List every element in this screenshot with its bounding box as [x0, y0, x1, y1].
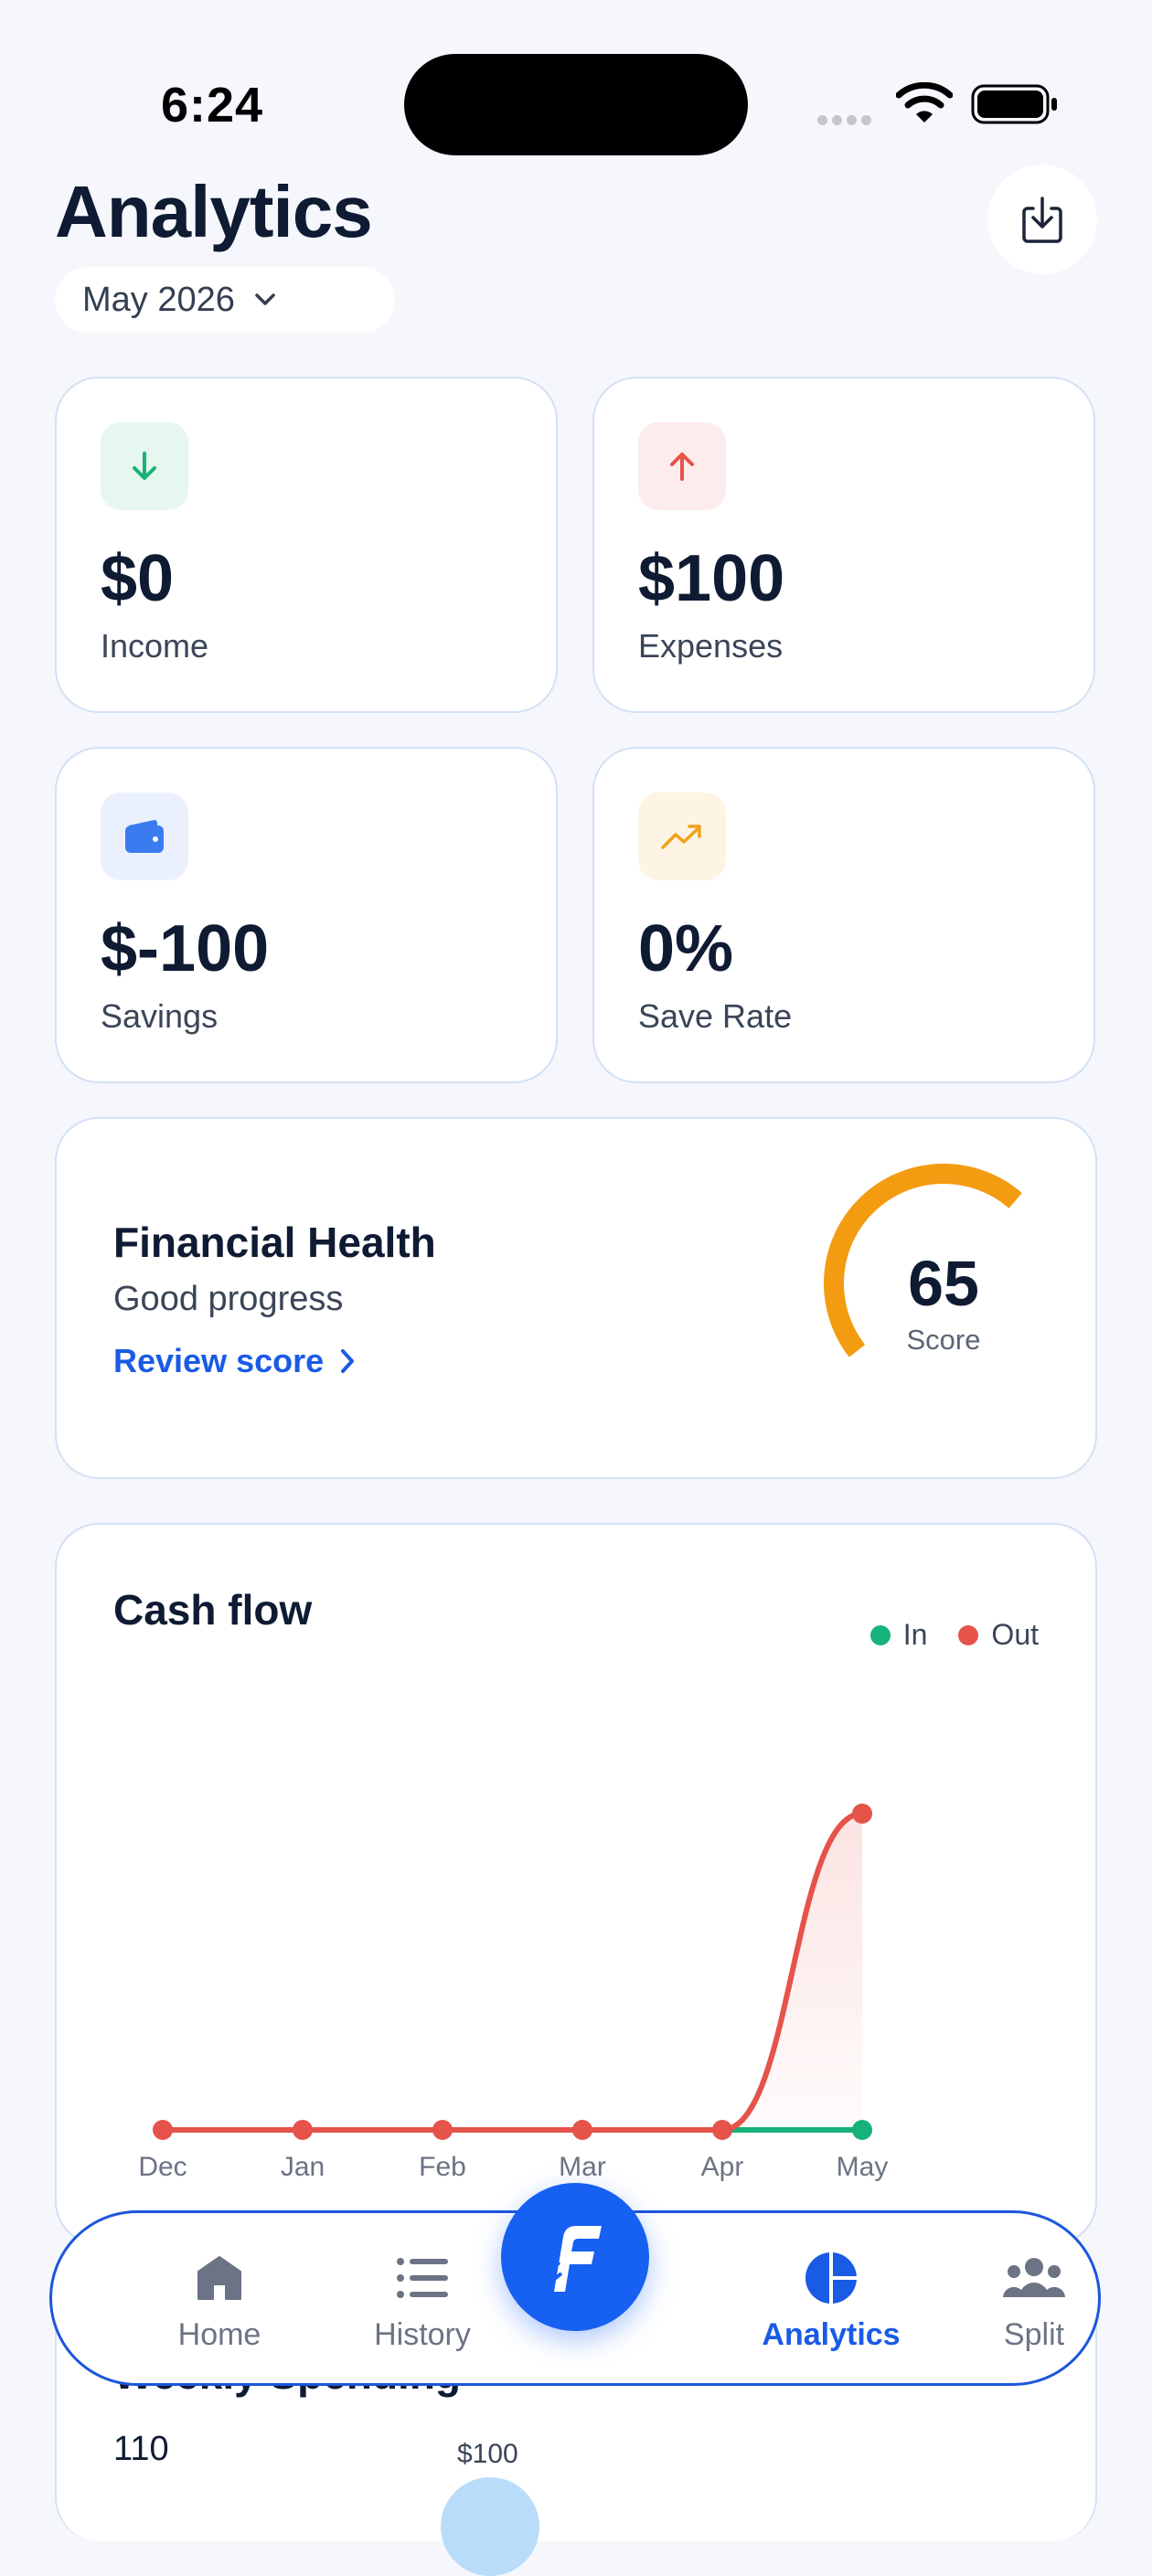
wallet-icon: [101, 793, 188, 880]
income-value: $0: [101, 542, 175, 615]
point-out-jan: [293, 2120, 313, 2140]
review-score-label: Review score: [113, 1342, 325, 1379]
point-out-apr: [712, 2120, 732, 2140]
score-value: 65: [908, 1248, 979, 1319]
tab-history[interactable]: History: [322, 2213, 523, 2383]
dynamic-island: [404, 54, 748, 155]
point-out-may: [852, 1804, 872, 1824]
x-tick-label: Jan: [281, 2152, 325, 2182]
signal-icon: [817, 113, 876, 130]
weekly-bar: [441, 2477, 539, 2576]
savings-label: Savings: [101, 997, 219, 1035]
x-tick-label: Dec: [138, 2152, 187, 2182]
save-rate-label: Save Rate: [638, 997, 793, 1035]
pie-chart-icon: [804, 2250, 859, 2306]
point-out-dec: [153, 2120, 173, 2140]
expenses-card[interactable]: $100 Expenses: [592, 377, 1095, 713]
x-tick-label: Apr: [701, 2152, 744, 2182]
tab-analytics-label: Analytics: [762, 2317, 901, 2352]
weekly-bar-label: $100: [457, 2439, 518, 2469]
cash-flow-card: Cash flow In Out Dec Jan Feb Mar Apr May: [55, 1523, 1097, 2245]
tab-split[interactable]: Split: [933, 2213, 1135, 2383]
arrow-up-icon: [638, 422, 726, 510]
chevron-down-icon: [255, 293, 275, 305]
list-icon: [395, 2250, 450, 2306]
point-in-may: [852, 2120, 872, 2140]
health-subtitle: Good progress: [113, 1280, 344, 1318]
trending-up-icon: [638, 793, 726, 880]
out-area: [163, 1814, 862, 2130]
app-logo-button[interactable]: [501, 2183, 649, 2331]
tab-home[interactable]: Home: [119, 2213, 320, 2383]
cash-flow-chart: Dec Jan Feb Mar Apr May: [138, 1804, 889, 2182]
export-button[interactable]: [987, 165, 1097, 274]
month-selector[interactable]: May 2026: [55, 267, 395, 333]
series-line-out: [160, 1811, 865, 2133]
tab-split-label: Split: [1003, 2317, 1065, 2352]
x-tick-label: Mar: [559, 2152, 606, 2182]
savings-card[interactable]: $-100 Savings: [55, 747, 558, 1083]
wifi-icon: [896, 82, 953, 122]
chevron-right-icon: [341, 1349, 355, 1373]
tab-analytics[interactable]: Analytics: [731, 2213, 932, 2383]
battery-icon: [971, 84, 1057, 124]
savings-value: $-100: [101, 912, 270, 985]
health-title: Financial Health: [113, 1219, 436, 1266]
expenses-value: $100: [638, 542, 785, 615]
income-card[interactable]: $0 Income: [55, 377, 558, 713]
page-title: Analytics: [55, 171, 373, 252]
x-tick-label: Feb: [419, 2152, 466, 2182]
review-score-link[interactable]: Review score: [113, 1342, 357, 1380]
financial-health-card[interactable]: Financial Health Good progress Review sc…: [55, 1117, 1097, 1479]
weekly-axis-value: 110: [113, 2430, 169, 2468]
tab-home-label: Home: [177, 2317, 261, 2352]
score-label: Score: [906, 1324, 981, 1356]
income-label: Income: [101, 627, 209, 665]
app-logo-icon: [549, 2226, 602, 2292]
home-icon: [195, 2250, 244, 2306]
tab-history-label: History: [374, 2317, 471, 2352]
expenses-label: Expenses: [638, 627, 784, 665]
status-time: 6:24: [161, 78, 264, 133]
download-icon: [1022, 197, 1062, 243]
save-rate-value: 0%: [638, 912, 734, 985]
point-out-mar: [572, 2120, 592, 2140]
save-rate-card[interactable]: 0% Save Rate: [592, 747, 1095, 1083]
people-icon: [1001, 2250, 1067, 2306]
point-out-feb: [432, 2120, 453, 2140]
month-label: May 2026: [82, 280, 235, 319]
arrow-down-icon: [101, 422, 188, 510]
x-tick-label: May: [837, 2152, 889, 2182]
